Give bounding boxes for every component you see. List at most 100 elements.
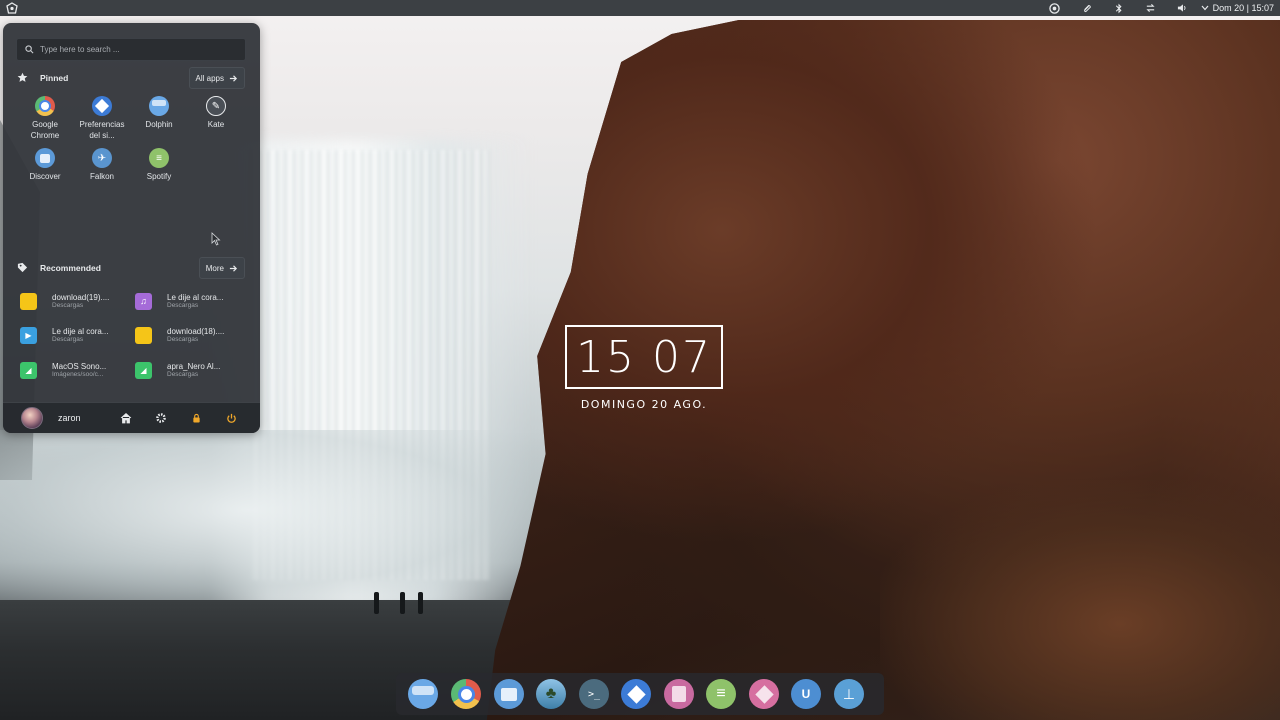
power-icon [226, 413, 236, 423]
recommended-item-location: Descargas [167, 336, 199, 343]
search-input[interactable] [34, 44, 232, 55]
ark-icon: U [801, 687, 811, 701]
recommended-item-name: Le dije al cora... [167, 293, 224, 302]
recommended-item[interactable]: download(18).... Descargas [135, 323, 245, 347]
krita-icon [754, 684, 774, 704]
mouse-pointer-icon [211, 232, 221, 246]
menu-footer: zaron [3, 402, 260, 433]
recommended-title: Recommended [40, 262, 101, 273]
recommended-item-location: Descargas [167, 371, 199, 378]
recommended-item[interactable]: download(19).... Descargas [20, 289, 130, 313]
picture-file-icon: ◢ [135, 361, 152, 379]
pinned-app-preferences[interactable]: Preferencias del si... [76, 96, 128, 141]
pinned-header: Pinned [17, 72, 68, 83]
wallpaper-grass [880, 480, 1280, 720]
app-label: Dolphin [145, 120, 173, 129]
pinned-app-dolphin[interactable]: Dolphin [133, 96, 185, 130]
recommended-item[interactable]: ▶ Le dije al cora... Descargas [20, 323, 130, 347]
pinned-app-discover[interactable]: Discover [19, 148, 71, 182]
attachment-icon [1083, 4, 1091, 13]
terminal-icon: >_ [587, 688, 601, 700]
chevron-down-icon [1201, 5, 1209, 11]
dock-wallpaper[interactable]: ♣ [536, 679, 566, 709]
dock-krita[interactable] [749, 679, 779, 709]
search-box[interactable] [16, 38, 246, 61]
kdenlive-icon: ⊥ [842, 685, 856, 702]
dolphin-icon [412, 685, 434, 695]
lock-button[interactable] [188, 410, 204, 426]
kate-icon: ✎ [206, 96, 226, 116]
dock-dolphin[interactable] [408, 679, 438, 709]
bluetooth-tray-button[interactable] [1103, 0, 1135, 16]
all-apps-button[interactable]: All apps [188, 67, 245, 89]
system-settings-icon [1049, 2, 1060, 14]
discover-icon [501, 687, 517, 701]
dock-kamoso[interactable] [664, 679, 694, 709]
image-file-icon [20, 292, 37, 310]
app-launcher-button[interactable] [4, 0, 20, 16]
clock-time: 15 07 [576, 331, 712, 383]
panel-clock-text: Dom 20 | 15:07 [1212, 3, 1274, 13]
app-label: Spotify [146, 172, 172, 181]
search-icon [25, 45, 34, 54]
dock-kdenlive[interactable]: ⊥ [834, 679, 864, 709]
recommended-item-name: download(19).... [52, 293, 110, 302]
dock-ark[interactable]: U [791, 679, 821, 709]
app-launcher-icon [6, 2, 18, 14]
dock-discover[interactable] [494, 679, 524, 709]
recommended-item-name: download(18).... [167, 327, 225, 336]
wallpaper-people-silhouettes [366, 584, 436, 614]
discover-icon [35, 148, 55, 168]
recommended-item[interactable]: ◢ apra_Nero Al... Descargas [135, 358, 245, 382]
recommended-item-location: Descargas [52, 302, 84, 309]
dock-preferences[interactable] [621, 679, 651, 709]
attachment-tray-button[interactable] [1071, 0, 1103, 16]
recommended-item-location: Imágenes/soo/c... [52, 371, 104, 378]
settings-button[interactable] [153, 410, 169, 426]
audio-file-icon: ♫ [135, 292, 152, 310]
recommended-item[interactable]: ♫ Le dije al cora... Descargas [135, 289, 245, 313]
network-icon [1146, 3, 1155, 13]
system-settings-tray-button[interactable] [1039, 0, 1071, 16]
spotify-icon: ≡ [149, 148, 169, 168]
pinned-app-falkon[interactable]: ✈ Falkon [76, 148, 128, 182]
avatar[interactable] [21, 407, 43, 429]
bluetooth-icon [1115, 3, 1122, 13]
user-name: zaron [58, 413, 81, 423]
recommended-item[interactable]: ◢ MacOS Sono... Imágenes/soo/c... [20, 358, 130, 382]
power-button[interactable] [223, 410, 239, 426]
falkon-icon: ✈ [92, 148, 112, 168]
preferences-icon [92, 96, 112, 116]
pinned-app-google-chrome[interactable]: Google Chrome [19, 96, 71, 141]
arrow-right-icon [229, 264, 238, 272]
recommended-header: Recommended [17, 262, 101, 273]
star-icon [17, 72, 28, 82]
volume-icon [1178, 4, 1186, 12]
application-menu: Pinned All apps Google Chrome Preferenci… [3, 23, 260, 433]
pinned-app-kate[interactable]: ✎ Kate [190, 96, 242, 130]
tag-icon [17, 262, 28, 273]
dock-chrome[interactable] [451, 679, 481, 709]
pinned-title: Pinned [40, 72, 69, 83]
top-panel: Dom 20 | 15:07 [0, 0, 1280, 16]
dock-terminal[interactable]: >_ [579, 679, 609, 709]
pinned-app-spotify[interactable]: ≡ Spotify [133, 148, 185, 182]
panel-clock[interactable]: Dom 20 | 15:07 [1199, 3, 1274, 13]
recommended-item-location: Descargas [52, 336, 84, 343]
settings-icon [156, 413, 166, 423]
volume-tray-button[interactable] [1167, 0, 1199, 16]
dock-spotify[interactable]: ≡ [706, 679, 736, 709]
recommended-item-location: Descargas [167, 302, 199, 309]
clock-date: DOMINGO 20 AGO. [580, 398, 708, 411]
recommended-item-name: MacOS Sono... [52, 362, 107, 371]
folder-icon [149, 96, 169, 116]
home-button[interactable] [118, 410, 134, 426]
more-button[interactable]: More [198, 257, 245, 279]
preferences-icon [626, 684, 646, 704]
all-apps-label: All apps [195, 73, 224, 83]
video-file-icon: ▶ [20, 326, 37, 344]
app-label: Falkon [89, 172, 114, 181]
spotify-icon: ≡ [716, 685, 726, 702]
wallpaper-icon: ♣ [545, 685, 557, 702]
network-tray-button[interactable] [1135, 0, 1167, 16]
